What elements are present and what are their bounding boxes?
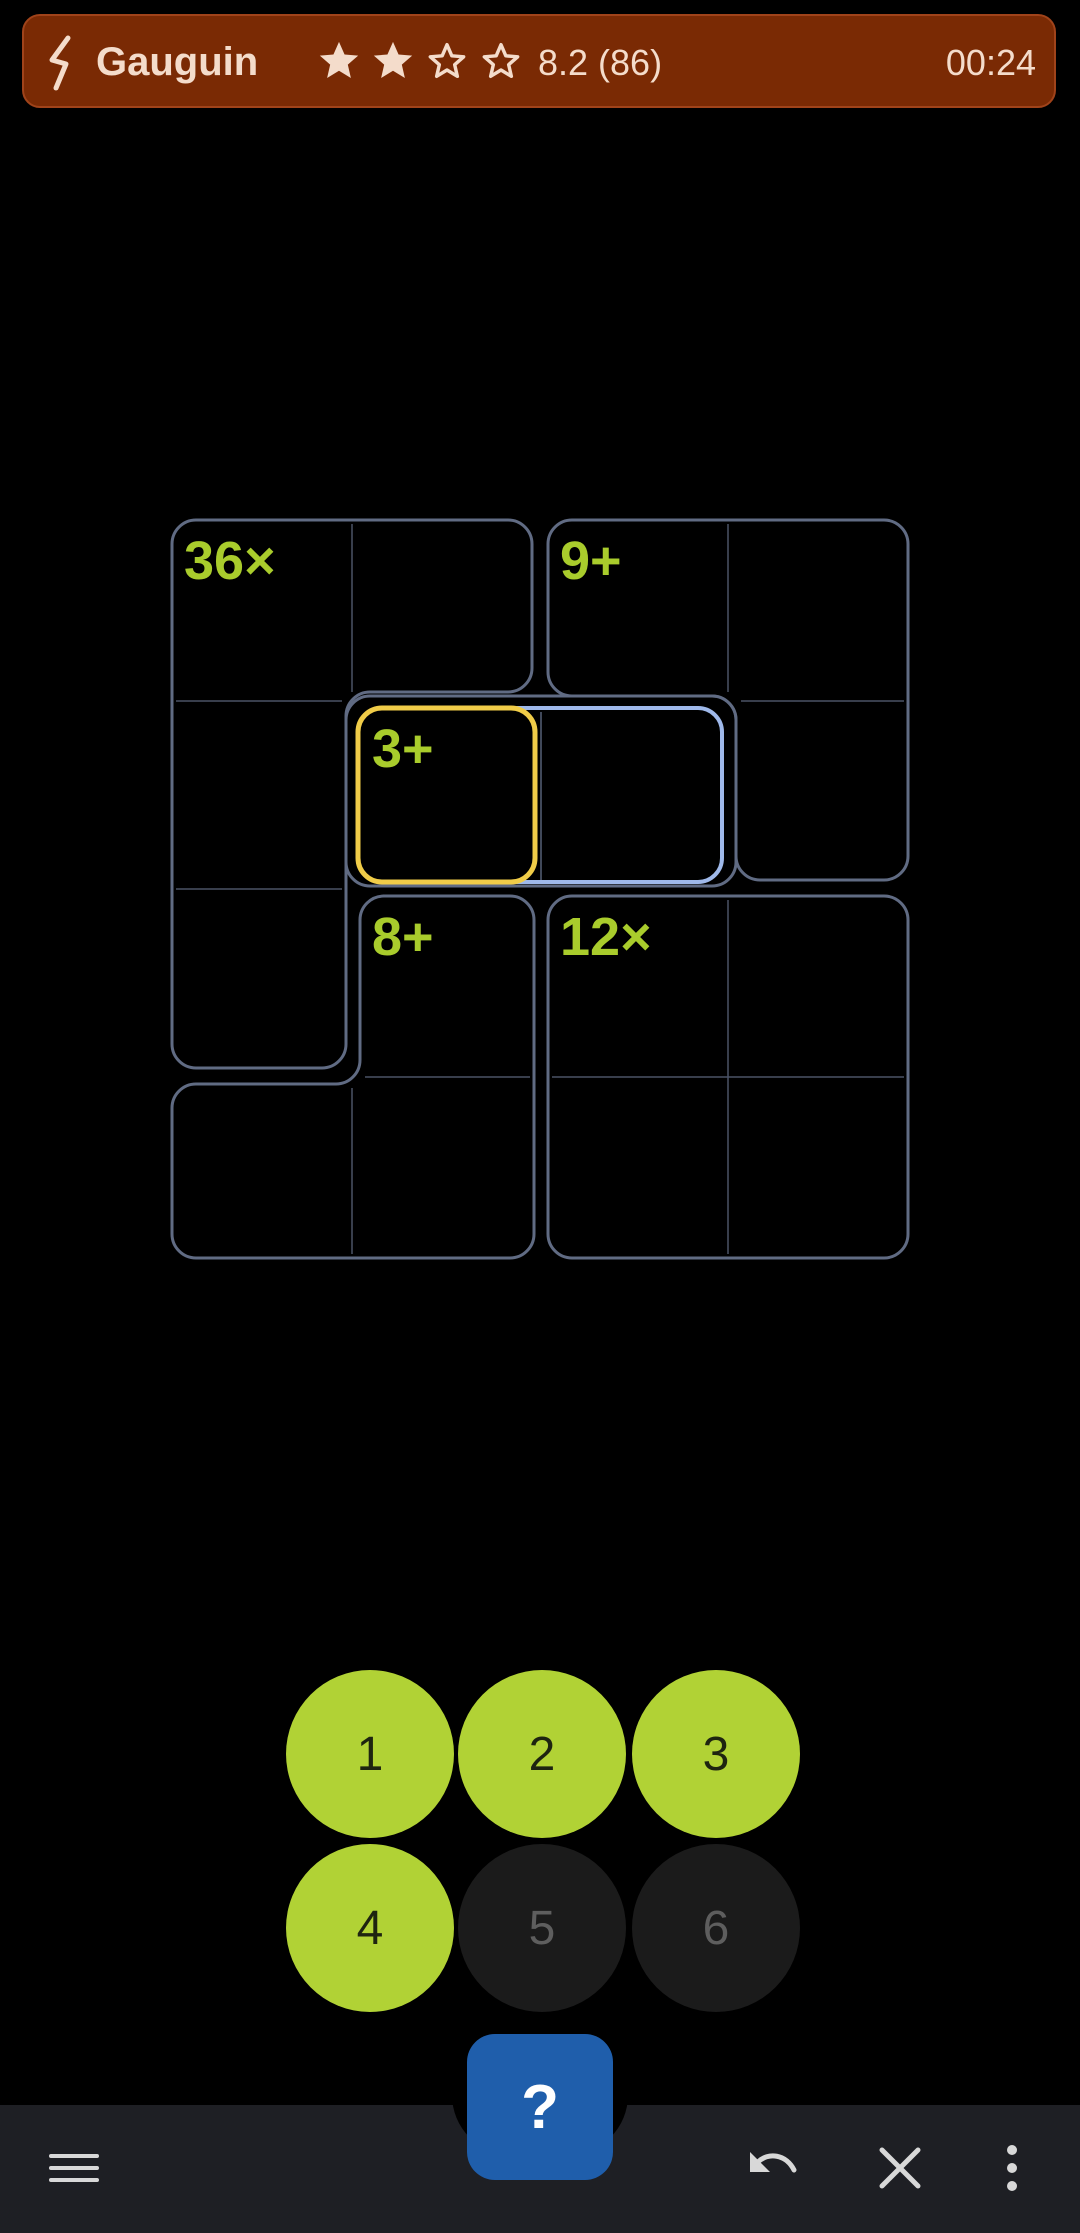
more-vert-icon[interactable]	[984, 2140, 1040, 2196]
cage-clue-8plus: 8+	[372, 907, 434, 967]
number-key-1[interactable]: 1	[286, 1670, 454, 1838]
undo-icon[interactable]	[744, 2140, 800, 2196]
puzzle-grid[interactable]	[0, 0, 1080, 1300]
number-key-4[interactable]: 4	[286, 1844, 454, 2012]
cage-clue-36x: 36×	[184, 531, 276, 591]
close-icon[interactable]	[872, 2140, 928, 2196]
number-key-2[interactable]: 2	[458, 1670, 626, 1838]
number-key-5[interactable]: 5	[458, 1844, 626, 2012]
hint-button[interactable]: ?	[467, 2034, 613, 2180]
number-key-6[interactable]: 6	[632, 1844, 800, 2012]
cage-clue-3plus: 3+	[372, 719, 434, 779]
menu-icon[interactable]	[46, 2140, 102, 2196]
number-key-3[interactable]: 3	[632, 1670, 800, 1838]
cage-clue-12x: 12×	[560, 907, 652, 967]
cage-clue-9plus: 9+	[560, 531, 622, 591]
